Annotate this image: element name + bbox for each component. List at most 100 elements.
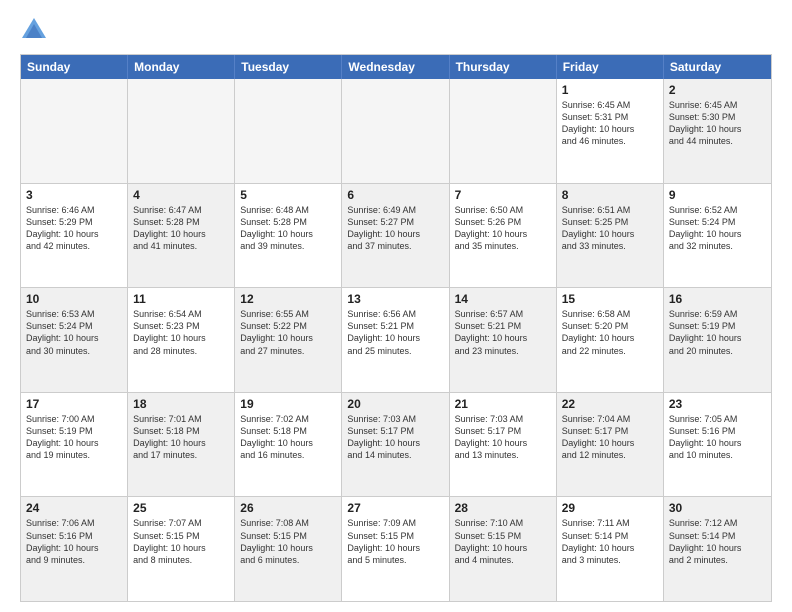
empty-cell-0-2 — [235, 79, 342, 183]
day-info: Sunrise: 6:49 AM Sunset: 5:27 PM Dayligh… — [347, 204, 443, 253]
day-info: Sunrise: 6:51 AM Sunset: 5:25 PM Dayligh… — [562, 204, 658, 253]
calendar-row-2: 10 Sunrise: 6:53 AM Sunset: 5:24 PM Dayli… — [21, 288, 771, 393]
day-info: Sunrise: 7:00 AM Sunset: 5:19 PM Dayligh… — [26, 413, 122, 462]
day-info: Sunrise: 6:57 AM Sunset: 5:21 PM Dayligh… — [455, 308, 551, 357]
logo — [20, 16, 52, 44]
day-number: 16 — [669, 292, 766, 306]
day-cell-17: 17 Sunrise: 7:00 AM Sunset: 5:19 PM Dayli… — [21, 393, 128, 497]
day-number: 29 — [562, 501, 658, 515]
day-number: 21 — [455, 397, 551, 411]
day-cell-9: 9 Sunrise: 6:52 AM Sunset: 5:24 PM Daylig… — [664, 184, 771, 288]
logo-icon — [20, 16, 48, 44]
header-cell-sunday: Sunday — [21, 55, 128, 79]
day-info: Sunrise: 6:45 AM Sunset: 5:30 PM Dayligh… — [669, 99, 766, 148]
day-number: 5 — [240, 188, 336, 202]
day-cell-12: 12 Sunrise: 6:55 AM Sunset: 5:22 PM Dayli… — [235, 288, 342, 392]
day-info: Sunrise: 6:53 AM Sunset: 5:24 PM Dayligh… — [26, 308, 122, 357]
day-number: 15 — [562, 292, 658, 306]
day-number: 10 — [26, 292, 122, 306]
day-number: 28 — [455, 501, 551, 515]
day-info: Sunrise: 7:04 AM Sunset: 5:17 PM Dayligh… — [562, 413, 658, 462]
day-cell-1: 1 Sunrise: 6:45 AM Sunset: 5:31 PM Daylig… — [557, 79, 664, 183]
day-info: Sunrise: 7:05 AM Sunset: 5:16 PM Dayligh… — [669, 413, 766, 462]
day-info: Sunrise: 6:52 AM Sunset: 5:24 PM Dayligh… — [669, 204, 766, 253]
day-info: Sunrise: 7:08 AM Sunset: 5:15 PM Dayligh… — [240, 517, 336, 566]
day-cell-4: 4 Sunrise: 6:47 AM Sunset: 5:28 PM Daylig… — [128, 184, 235, 288]
day-number: 12 — [240, 292, 336, 306]
day-cell-13: 13 Sunrise: 6:56 AM Sunset: 5:21 PM Dayli… — [342, 288, 449, 392]
day-cell-5: 5 Sunrise: 6:48 AM Sunset: 5:28 PM Daylig… — [235, 184, 342, 288]
day-number: 1 — [562, 83, 658, 97]
day-number: 8 — [562, 188, 658, 202]
day-number: 3 — [26, 188, 122, 202]
day-info: Sunrise: 7:11 AM Sunset: 5:14 PM Dayligh… — [562, 517, 658, 566]
day-cell-8: 8 Sunrise: 6:51 AM Sunset: 5:25 PM Daylig… — [557, 184, 664, 288]
day-number: 4 — [133, 188, 229, 202]
day-info: Sunrise: 7:03 AM Sunset: 5:17 PM Dayligh… — [347, 413, 443, 462]
day-number: 13 — [347, 292, 443, 306]
day-cell-18: 18 Sunrise: 7:01 AM Sunset: 5:18 PM Dayli… — [128, 393, 235, 497]
day-info: Sunrise: 7:06 AM Sunset: 5:16 PM Dayligh… — [26, 517, 122, 566]
day-number: 24 — [26, 501, 122, 515]
header-cell-saturday: Saturday — [664, 55, 771, 79]
day-cell-3: 3 Sunrise: 6:46 AM Sunset: 5:29 PM Daylig… — [21, 184, 128, 288]
day-info: Sunrise: 7:02 AM Sunset: 5:18 PM Dayligh… — [240, 413, 336, 462]
day-cell-26: 26 Sunrise: 7:08 AM Sunset: 5:15 PM Dayli… — [235, 497, 342, 601]
header — [20, 16, 772, 44]
day-cell-11: 11 Sunrise: 6:54 AM Sunset: 5:23 PM Dayli… — [128, 288, 235, 392]
day-cell-22: 22 Sunrise: 7:04 AM Sunset: 5:17 PM Dayli… — [557, 393, 664, 497]
day-number: 9 — [669, 188, 766, 202]
day-number: 23 — [669, 397, 766, 411]
day-info: Sunrise: 6:48 AM Sunset: 5:28 PM Dayligh… — [240, 204, 336, 253]
day-info: Sunrise: 6:54 AM Sunset: 5:23 PM Dayligh… — [133, 308, 229, 357]
day-cell-20: 20 Sunrise: 7:03 AM Sunset: 5:17 PM Dayli… — [342, 393, 449, 497]
day-info: Sunrise: 6:50 AM Sunset: 5:26 PM Dayligh… — [455, 204, 551, 253]
day-info: Sunrise: 6:47 AM Sunset: 5:28 PM Dayligh… — [133, 204, 229, 253]
day-number: 6 — [347, 188, 443, 202]
day-cell-27: 27 Sunrise: 7:09 AM Sunset: 5:15 PM Dayli… — [342, 497, 449, 601]
day-number: 20 — [347, 397, 443, 411]
day-cell-7: 7Sunrise: 6:50 AM Sunset: 5:26 PM Daylig… — [450, 184, 557, 288]
day-info: Sunrise: 6:59 AM Sunset: 5:19 PM Dayligh… — [669, 308, 766, 357]
empty-cell-0-0 — [21, 79, 128, 183]
calendar-row-1: 3 Sunrise: 6:46 AM Sunset: 5:29 PM Daylig… — [21, 184, 771, 289]
day-cell-6: 6 Sunrise: 6:49 AM Sunset: 5:27 PM Daylig… — [342, 184, 449, 288]
day-info: Sunrise: 6:46 AM Sunset: 5:29 PM Dayligh… — [26, 204, 122, 253]
day-info: Sunrise: 7:10 AM Sunset: 5:15 PM Dayligh… — [455, 517, 551, 566]
day-number: 22 — [562, 397, 658, 411]
empty-cell-0-3 — [342, 79, 449, 183]
day-cell-24: 24 Sunrise: 7:06 AM Sunset: 5:16 PM Dayli… — [21, 497, 128, 601]
day-number: 27 — [347, 501, 443, 515]
day-info: Sunrise: 6:58 AM Sunset: 5:20 PM Dayligh… — [562, 308, 658, 357]
day-info: Sunrise: 7:12 AM Sunset: 5:14 PM Dayligh… — [669, 517, 766, 566]
day-number: 11 — [133, 292, 229, 306]
day-number: 2 — [669, 83, 766, 97]
day-cell-19: 19 Sunrise: 7:02 AM Sunset: 5:18 PM Dayli… — [235, 393, 342, 497]
day-number: 19 — [240, 397, 336, 411]
calendar-body: 1 Sunrise: 6:45 AM Sunset: 5:31 PM Daylig… — [21, 79, 771, 601]
day-number: 26 — [240, 501, 336, 515]
day-info: Sunrise: 6:55 AM Sunset: 5:22 PM Dayligh… — [240, 308, 336, 357]
header-cell-friday: Friday — [557, 55, 664, 79]
day-cell-28: 28 Sunrise: 7:10 AM Sunset: 5:15 PM Dayli… — [450, 497, 557, 601]
day-number: 30 — [669, 501, 766, 515]
day-info: Sunrise: 7:01 AM Sunset: 5:18 PM Dayligh… — [133, 413, 229, 462]
header-cell-wednesday: Wednesday — [342, 55, 449, 79]
day-cell-15: 15 Sunrise: 6:58 AM Sunset: 5:20 PM Dayli… — [557, 288, 664, 392]
day-cell-25: 25Sunrise: 7:07 AM Sunset: 5:15 PM Dayli… — [128, 497, 235, 601]
day-info: Sunrise: 7:09 AM Sunset: 5:15 PM Dayligh… — [347, 517, 443, 566]
calendar-row-3: 17 Sunrise: 7:00 AM Sunset: 5:19 PM Dayli… — [21, 393, 771, 498]
day-cell-23: 23 Sunrise: 7:05 AM Sunset: 5:16 PM Dayli… — [664, 393, 771, 497]
day-info: Sunrise: 6:45 AM Sunset: 5:31 PM Dayligh… — [562, 99, 658, 148]
day-number: 14 — [455, 292, 551, 306]
empty-cell-0-4 — [450, 79, 557, 183]
calendar-row-0: 1 Sunrise: 6:45 AM Sunset: 5:31 PM Daylig… — [21, 79, 771, 184]
header-cell-thursday: Thursday — [450, 55, 557, 79]
day-number: 25 — [133, 501, 229, 515]
day-info: Sunrise: 6:56 AM Sunset: 5:21 PM Dayligh… — [347, 308, 443, 357]
day-cell-14: 14 Sunrise: 6:57 AM Sunset: 5:21 PM Dayli… — [450, 288, 557, 392]
day-cell-2: 2 Sunrise: 6:45 AM Sunset: 5:30 PM Daylig… — [664, 79, 771, 183]
day-number: 17 — [26, 397, 122, 411]
day-number: 18 — [133, 397, 229, 411]
calendar: SundayMondayTuesdayWednesdayThursdayFrid… — [20, 54, 772, 602]
